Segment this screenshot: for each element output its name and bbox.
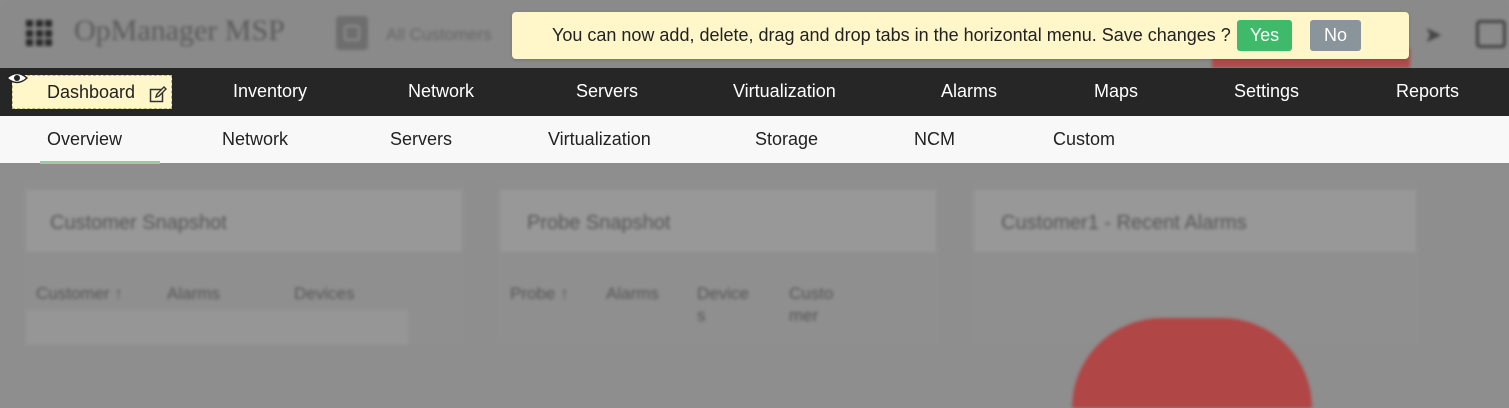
subtab-servers[interactable]: Servers xyxy=(390,129,452,150)
customer-icon[interactable] xyxy=(336,16,368,50)
column-header[interactable]: Device s xyxy=(697,283,759,327)
rocket-icon[interactable]: ➤ xyxy=(1424,22,1442,48)
customer-selector[interactable]: All Customers xyxy=(386,25,492,45)
tab-virtualization[interactable]: Virtualization xyxy=(733,81,836,102)
column-header[interactable]: Probe ↑ xyxy=(510,284,569,304)
column-header[interactable]: Custo mer xyxy=(789,283,839,327)
apps-grid-icon[interactable] xyxy=(26,20,52,46)
tab-inventory[interactable]: Inventory xyxy=(233,81,307,102)
column-header[interactable]: Alarms xyxy=(167,284,220,304)
column-header[interactable]: Alarms xyxy=(606,284,659,304)
column-header[interactable]: Devices xyxy=(294,284,354,304)
widget-title: Customer1 - Recent Alarms xyxy=(1001,212,1247,234)
tab-label: Dashboard xyxy=(47,82,136,102)
main-nav: Dashboard Inventory Network Servers Virt… xyxy=(0,68,1509,116)
table-row xyxy=(26,310,408,345)
probe-snapshot-widget: Probe Snapshot Probe ↑ Alarms Device s C… xyxy=(496,180,940,345)
edit-icon[interactable] xyxy=(149,86,167,104)
subtab-network[interactable]: Network xyxy=(222,129,288,150)
no-button[interactable]: No xyxy=(1310,20,1361,51)
tab-reports[interactable]: Reports xyxy=(1396,81,1459,102)
tab-network[interactable]: Network xyxy=(408,81,474,102)
monitor-icon[interactable] xyxy=(1476,20,1506,48)
tab-maps[interactable]: Maps xyxy=(1094,81,1138,102)
sub-nav: Overview Network Servers Virtualization … xyxy=(0,116,1509,163)
widget-title: Probe Snapshot xyxy=(527,212,671,234)
active-subtab-indicator xyxy=(40,161,160,164)
tab-servers[interactable]: Servers xyxy=(576,81,638,102)
eye-icon[interactable] xyxy=(6,70,28,86)
yes-button[interactable]: Yes xyxy=(1237,20,1292,51)
column-header[interactable]: Customer ↑ xyxy=(36,284,123,304)
subtab-overview[interactable]: Overview xyxy=(47,129,122,150)
app-title: OpManager MSP xyxy=(74,14,285,47)
tab-settings[interactable]: Settings xyxy=(1234,81,1299,102)
tab-dashboard[interactable]: Dashboard xyxy=(12,75,172,109)
customer-snapshot-widget: Customer Snapshot Customer ↑ Alarms Devi… xyxy=(22,180,466,345)
subtab-ncm[interactable]: NCM xyxy=(914,129,955,150)
tab-alarms[interactable]: Alarms xyxy=(941,81,997,102)
notification-message: You can now add, delete, drag and drop t… xyxy=(552,25,1231,45)
widget-title: Customer Snapshot xyxy=(50,212,227,234)
subtab-virtualization[interactable]: Virtualization xyxy=(548,129,651,150)
subtab-custom[interactable]: Custom xyxy=(1053,129,1115,150)
save-changes-notification: You can now add, delete, drag and drop t… xyxy=(512,12,1409,59)
subtab-storage[interactable]: Storage xyxy=(755,129,818,150)
